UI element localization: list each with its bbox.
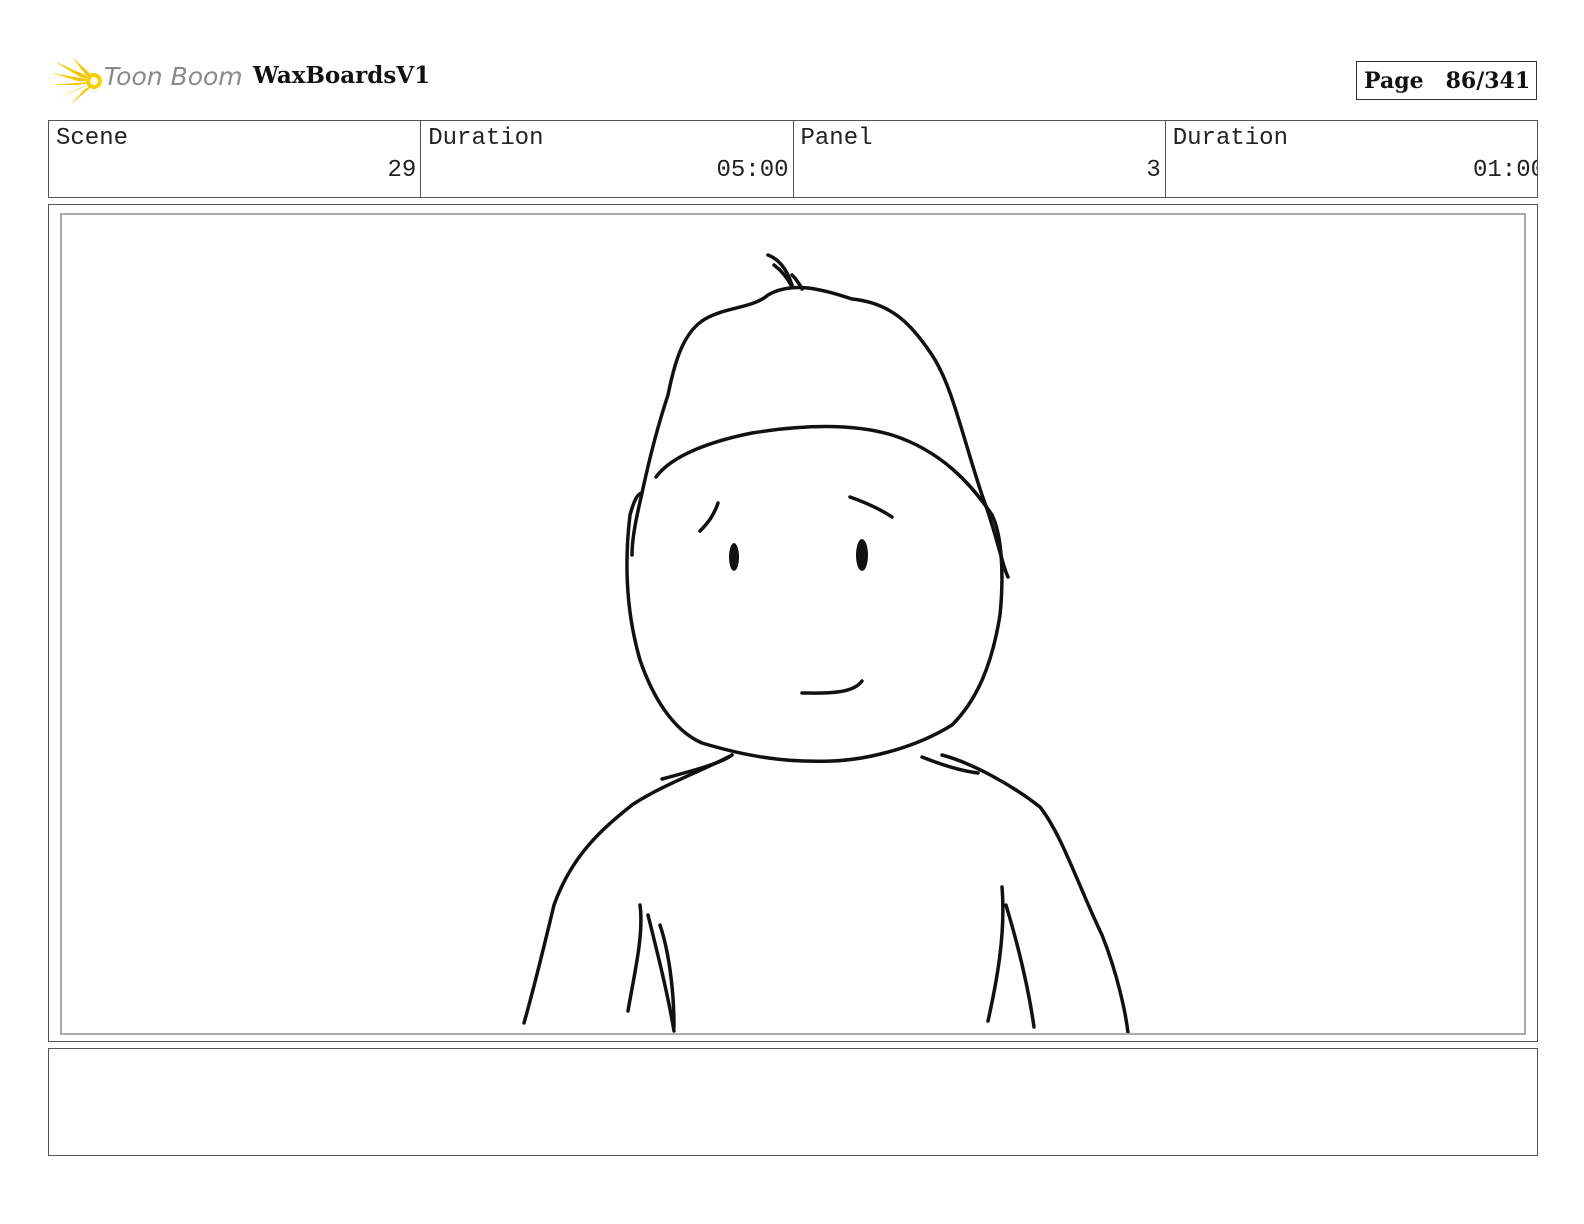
panel-duration-value: 01:00	[1472, 157, 1537, 184]
page-number: 86/341	[1445, 67, 1531, 94]
page-label: Page	[1364, 67, 1424, 94]
scene-duration-value: 05:00	[716, 157, 789, 184]
panel-label: Panel	[800, 125, 873, 152]
page-indicator: Page 86/341	[1356, 61, 1537, 100]
scene-duration-label: Duration	[428, 125, 544, 152]
panel-frame	[48, 204, 1538, 1042]
right-eye	[856, 539, 868, 571]
scene-duration-cell: Duration 05:00	[421, 121, 794, 197]
left-eye	[729, 543, 739, 571]
character-sketch	[522, 253, 1130, 1033]
panel-image-area	[60, 213, 1526, 1035]
panel-notes-box[interactable]	[48, 1048, 1538, 1156]
scene-cell: Scene 29	[49, 121, 422, 197]
scene-value: 29	[387, 157, 417, 184]
panel-value: 3	[1146, 157, 1161, 184]
logo-text: Toon Boom	[104, 62, 243, 91]
panel-duration-cell: Duration 01:00	[1166, 121, 1537, 197]
panel-duration-label: Duration	[1172, 125, 1288, 152]
project-title: WaxBoardsV1	[253, 62, 431, 89]
panel-cell: Panel 3	[794, 121, 1166, 197]
panel-info-row: Scene 29 Duration 05:00 Panel 3 Duration…	[48, 120, 1538, 198]
scene-label: Scene	[56, 125, 129, 152]
